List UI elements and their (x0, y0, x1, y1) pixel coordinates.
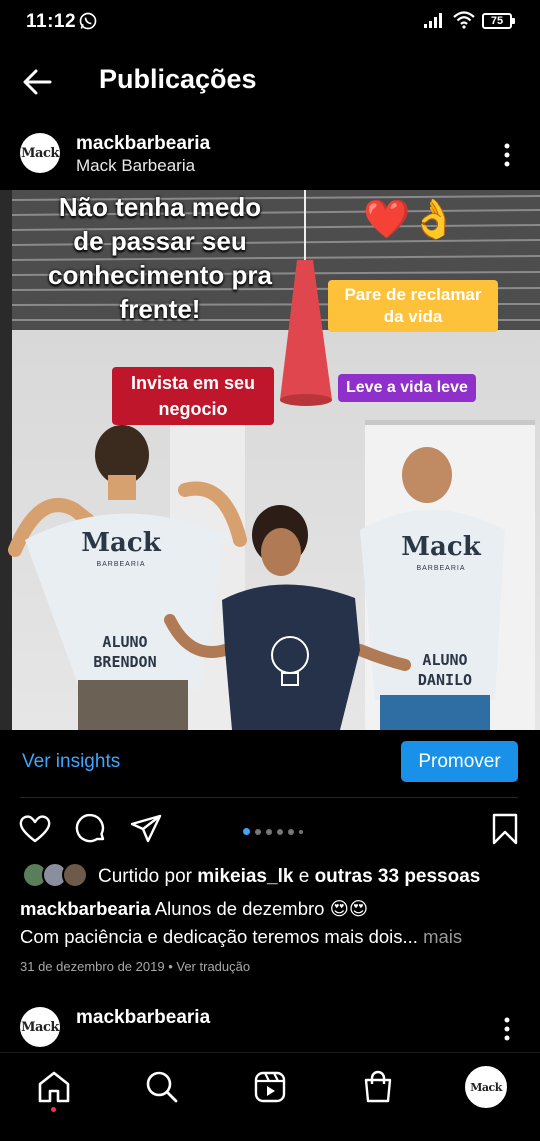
promote-button[interactable]: Promover (401, 741, 518, 782)
post-image[interactable]: Não tenha medo de passar seu conheciment… (0, 190, 540, 730)
likes-conjunction: e (298, 866, 310, 887)
post-date: 31 de dezembro de 2019 (20, 959, 165, 974)
shirt-name-right: ALUNO DANILO (400, 650, 490, 690)
bottom-nav: Mack (0, 1052, 540, 1141)
caption-username[interactable]: mackbarbearia (20, 898, 151, 919)
shirt-name-line: BRENDON (93, 653, 157, 671)
shirt-name-line: ALUNO (102, 633, 148, 651)
caption-text-2: Com paciência e dedicação teremos mais d… (20, 926, 418, 947)
next-post-avatar[interactable]: Mack (20, 1007, 60, 1047)
caption-text: Alunos de dezembro 😍😍 (154, 898, 369, 919)
search-icon[interactable] (144, 1069, 180, 1105)
liker-avatar (62, 862, 88, 888)
meta-separator: • (168, 959, 173, 974)
shop-icon[interactable] (360, 1069, 396, 1105)
caption-line-2: Com paciência e dedicação teremos mais d… (20, 926, 462, 948)
post-username[interactable]: mackbarbearia (76, 133, 210, 155)
carousel-dot (277, 828, 283, 835)
top-caption-line: frente! (119, 294, 201, 324)
divider (20, 797, 518, 798)
likes-summary[interactable]: Curtido por mikeias_lk e outras 33 pesso… (98, 866, 480, 888)
next-post-more-icon[interactable] (503, 1017, 511, 1041)
reels-icon[interactable] (252, 1069, 288, 1105)
carousel-dot (266, 828, 272, 835)
battery-indicator: 75 (482, 13, 515, 29)
shirt-name-line: ALUNO (422, 651, 468, 669)
translate-link[interactable]: Ver tradução (176, 959, 250, 974)
shirt-name-left: ALUNO BRENDON (80, 632, 170, 672)
avatar-logo: Mack (21, 145, 59, 161)
signal-icon (424, 13, 442, 28)
shirt-logo-left: Mack (81, 528, 161, 558)
shirt-sub-left: BARBEARIA (96, 561, 146, 568)
sticker-reclamar-line: Pare de reclamar (344, 285, 482, 304)
sticker-invista-line: negocio (158, 399, 228, 419)
next-post-username[interactable]: mackbarbearia (76, 1007, 210, 1029)
wifi-icon (453, 11, 475, 29)
shirt-name-line: DANILO (417, 671, 473, 689)
carousel-indicator (243, 823, 308, 836)
avatar[interactable]: Mack (20, 133, 60, 173)
avatar-logo: Mack (21, 1019, 59, 1035)
back-arrow-icon[interactable] (20, 64, 56, 100)
save-icon[interactable] (488, 812, 522, 846)
sticker-reclamar-line: da vida (383, 307, 443, 326)
home-icon[interactable] (36, 1069, 72, 1105)
post-display-name[interactable]: Mack Barbearia (76, 156, 195, 176)
likes-user[interactable]: mikeias_lk (197, 866, 293, 887)
shirt-sub-right: BARBEARIA (416, 565, 466, 572)
carousel-dot (288, 828, 294, 835)
sticker-reclamar: Pare de reclamar da vida (328, 280, 498, 332)
heart-icon[interactable] (18, 812, 52, 846)
shirt-logo-right: Mack (401, 532, 481, 562)
share-icon[interactable] (129, 812, 163, 846)
post-meta: 31 de dezembro de 2019 • Ver tradução (20, 959, 250, 974)
insights-link[interactable]: Ver insights (22, 751, 120, 773)
caption: mackbarbearia Alunos de dezembro 😍😍 (20, 898, 368, 920)
status-bar: 11:12 75 (0, 0, 540, 44)
comment-icon[interactable] (74, 812, 108, 846)
likes-others[interactable]: outras 33 pessoas (315, 866, 481, 887)
more-link[interactable]: mais (423, 926, 462, 947)
carousel-dot (255, 828, 261, 835)
page-title: Publicações (99, 64, 257, 94)
avatar-logo: Mack (470, 1080, 502, 1094)
sticker-invista-line: Invista em seu (130, 373, 256, 393)
whatsapp-icon (79, 12, 97, 30)
notification-dot (51, 1107, 56, 1112)
top-caption-line: de passar seu (73, 226, 247, 256)
profile-icon[interactable]: Mack (465, 1066, 507, 1108)
top-caption-line: conhecimento pra (48, 260, 272, 290)
status-time: 11:12 (26, 11, 77, 32)
sticker-leve: Leve a vida leve (338, 374, 476, 402)
sticker-invista: Invista em seu negocio (112, 367, 274, 425)
top-caption-line: Não tenha medo (58, 192, 262, 222)
top-caption: Não tenha medo de passar seu conheciment… (40, 190, 280, 326)
heart-sticker: ❤️👌 (363, 199, 458, 241)
likes-prefix: Curtido por (98, 866, 192, 887)
more-icon[interactable] (503, 143, 511, 167)
carousel-dot-active (243, 828, 250, 836)
carousel-dot (299, 829, 303, 834)
